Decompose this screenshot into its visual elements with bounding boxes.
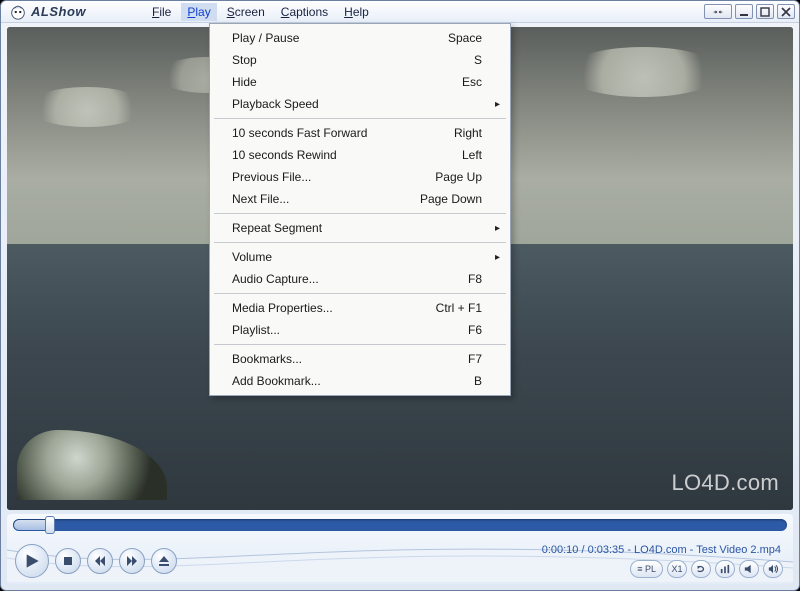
menu-item-label: Playlist... — [232, 323, 458, 337]
watermark: LO4D.com — [671, 470, 779, 496]
app-icon — [9, 3, 27, 21]
menu-separator — [214, 344, 506, 345]
menu-play[interactable]: Play — [181, 3, 216, 21]
menu-screen[interactable]: Screen — [221, 3, 271, 21]
chevron-right-icon: ▸ — [495, 223, 500, 234]
menu-item-label: 10 seconds Rewind — [232, 148, 452, 162]
extra-buttons: ≡ PL X1 — [630, 560, 783, 578]
menu-item-shortcut: Left — [462, 148, 482, 162]
minimize-button[interactable] — [735, 4, 753, 19]
menu-item-label: Media Properties... — [232, 301, 426, 315]
menu-item-play-pause[interactable]: Play / Pause Space — [212, 27, 508, 49]
menu-file[interactable]: File — [146, 3, 177, 21]
menu-item-shortcut: B — [474, 374, 482, 388]
menu-item-label: Bookmarks... — [232, 352, 458, 366]
menu-item-previous-file[interactable]: Previous File... Page Up — [212, 166, 508, 188]
eject-button[interactable] — [151, 548, 177, 574]
play-dropdown: Play / Pause Space Stop S Hide Esc Playback Sp… — [209, 23, 511, 396]
menu-item-hide[interactable]: Hide Esc — [212, 71, 508, 93]
menu-item-label: Hide — [232, 75, 452, 89]
menu-item-playback-speed[interactable]: Playback Speed ▸ — [212, 93, 508, 115]
menu-item-label: Next File... — [232, 192, 410, 206]
mute-button[interactable] — [739, 560, 759, 578]
menu-item-label: Previous File... — [232, 170, 425, 184]
menu-item-shortcut: F6 — [468, 323, 482, 337]
menu-item-label: Playback Speed — [232, 97, 482, 111]
menu-item-volume[interactable]: Volume ▸ — [212, 246, 508, 268]
menu-item-label: Audio Capture... — [232, 272, 458, 286]
controls: 0:00:10 / 0:03:35 - LO4D.com - Test Vide… — [7, 514, 793, 584]
menu-help[interactable]: Help — [338, 3, 375, 21]
menu-item-playlist[interactable]: Playlist... F6 — [212, 319, 508, 341]
menu-item-label: Play / Pause — [232, 31, 438, 45]
menu-item-shortcut: S — [474, 53, 482, 67]
menu-item-10-seconds-rewind[interactable]: 10 seconds Rewind Left — [212, 144, 508, 166]
repeat-button[interactable] — [691, 560, 711, 578]
compact-mode-button[interactable] — [704, 4, 732, 19]
menu-item-shortcut: Page Down — [420, 192, 482, 206]
menu-item-shortcut: Page Up — [435, 170, 482, 184]
menu-item-label: 10 seconds Fast Forward — [232, 126, 444, 140]
menu-item-label: Stop — [232, 53, 464, 67]
menu-separator — [214, 118, 506, 119]
menu-item-shortcut: F8 — [468, 272, 482, 286]
equalizer-button[interactable] — [715, 560, 735, 578]
window-controls — [704, 4, 795, 19]
menu-item-bookmarks[interactable]: Bookmarks... F7 — [212, 348, 508, 370]
playlist-button[interactable]: ≡ PL — [630, 560, 663, 578]
menu-item-10-seconds-fast-forward[interactable]: 10 seconds Fast Forward Right — [212, 122, 508, 144]
stop-button[interactable] — [55, 548, 81, 574]
menu-item-shortcut: Space — [448, 31, 482, 45]
chevron-right-icon: ▸ — [495, 99, 500, 110]
forward-button[interactable] — [119, 548, 145, 574]
menu-item-shortcut: Right — [454, 126, 482, 140]
menu-separator — [214, 213, 506, 214]
menu-separator — [214, 293, 506, 294]
menu-item-shortcut: Ctrl + F1 — [436, 301, 482, 315]
rewind-button[interactable] — [87, 548, 113, 574]
play-button[interactable] — [15, 544, 49, 578]
menu-item-stop[interactable]: Stop S — [212, 49, 508, 71]
menu-item-shortcut: F7 — [468, 352, 482, 366]
timeline[interactable] — [13, 519, 787, 531]
transport-buttons — [15, 544, 177, 578]
menu-item-media-properties[interactable]: Media Properties... Ctrl + F1 — [212, 297, 508, 319]
chevron-right-icon: ▸ — [495, 252, 500, 263]
status-text: 0:00:10 / 0:03:35 - LO4D.com - Test Vide… — [542, 544, 781, 556]
volume-button[interactable] — [763, 560, 783, 578]
menu-item-label: Volume — [232, 250, 482, 264]
maximize-button[interactable] — [756, 4, 774, 19]
title-bar: ALShow File Play Screen Captions Help — [1, 1, 799, 23]
menu-captions[interactable]: Captions — [275, 3, 334, 21]
menu-separator — [214, 242, 506, 243]
app-window: ALShow File Play Screen Captions Help LO… — [0, 0, 800, 591]
menu-item-add-bookmark[interactable]: Add Bookmark... B — [212, 370, 508, 392]
menu-item-label: Add Bookmark... — [232, 374, 464, 388]
menu-item-shortcut: Esc — [462, 75, 482, 89]
menu-item-next-file[interactable]: Next File... Page Down — [212, 188, 508, 210]
close-button[interactable] — [777, 4, 795, 19]
menu-item-label: Repeat Segment — [232, 221, 482, 235]
menu-item-audio-capture[interactable]: Audio Capture... F8 — [212, 268, 508, 290]
menubar: File Play Screen Captions Help — [146, 3, 375, 21]
speed-button[interactable]: X1 — [667, 560, 687, 578]
app-title: ALShow — [31, 4, 86, 19]
menu-item-repeat-segment[interactable]: Repeat Segment ▸ — [212, 217, 508, 239]
